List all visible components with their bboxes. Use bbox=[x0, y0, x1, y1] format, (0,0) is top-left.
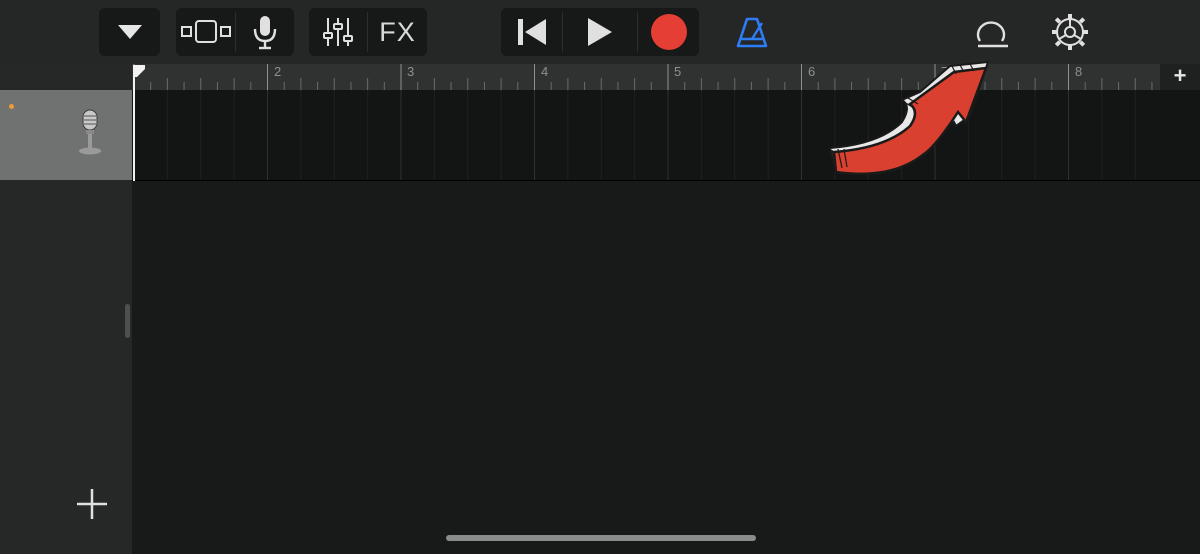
mixer-sliders-icon bbox=[323, 18, 353, 46]
bar-number: 8 bbox=[1075, 64, 1083, 79]
fx-button[interactable]: FX bbox=[368, 8, 427, 56]
browser-group bbox=[99, 8, 160, 56]
bar-number: 3 bbox=[407, 64, 415, 79]
transport-group bbox=[501, 8, 699, 56]
triangle-down-icon bbox=[117, 25, 142, 39]
tracks-view-button[interactable] bbox=[176, 8, 235, 56]
track-indicator-dot bbox=[9, 104, 14, 109]
control-bar: FX bbox=[0, 0, 1200, 64]
record-icon bbox=[650, 14, 687, 50]
playhead[interactable] bbox=[133, 70, 135, 181]
bar-number: 5 bbox=[674, 64, 682, 79]
mixer-button[interactable] bbox=[309, 8, 367, 56]
resize-handle[interactable] bbox=[125, 304, 130, 338]
microphone-icon bbox=[253, 16, 277, 50]
ruler-ticks bbox=[133, 64, 1153, 90]
play-button[interactable] bbox=[563, 8, 636, 56]
browser-button[interactable] bbox=[99, 8, 160, 56]
mix-group: FX bbox=[309, 8, 427, 56]
record-button[interactable] bbox=[638, 8, 699, 56]
timeline-ruler[interactable]: 2 3 4 5 6 7 8 + bbox=[132, 64, 1200, 90]
add-track-button[interactable] bbox=[74, 486, 110, 522]
loop-browser-button[interactable] bbox=[966, 8, 1018, 56]
annotation-arrow bbox=[828, 60, 990, 176]
home-indicator[interactable] bbox=[446, 535, 756, 541]
bar-number: 6 bbox=[808, 64, 816, 79]
bar-number: 2 bbox=[274, 64, 282, 79]
view-group bbox=[176, 8, 294, 56]
track-header[interactable] bbox=[0, 90, 132, 180]
metronome-button[interactable] bbox=[726, 8, 778, 56]
fx-label: FX bbox=[379, 16, 416, 47]
microphone-button[interactable] bbox=[236, 8, 294, 56]
add-section-button[interactable]: + bbox=[1160, 64, 1200, 90]
metronome-icon bbox=[736, 17, 768, 48]
lane-grid bbox=[133, 90, 1136, 180]
loop-browser-icon bbox=[976, 21, 1008, 48]
microphone-instrument-icon bbox=[79, 109, 101, 155]
settings-gear-icon bbox=[1052, 14, 1088, 50]
settings-button[interactable] bbox=[1044, 8, 1096, 56]
bar-number: 4 bbox=[541, 64, 549, 79]
play-icon bbox=[587, 18, 612, 46]
tracks-view-icon bbox=[180, 20, 231, 43]
go-to-beginning-button[interactable] bbox=[501, 8, 562, 56]
go-to-beginning-icon bbox=[517, 19, 546, 45]
track-lane[interactable] bbox=[132, 90, 1200, 181]
